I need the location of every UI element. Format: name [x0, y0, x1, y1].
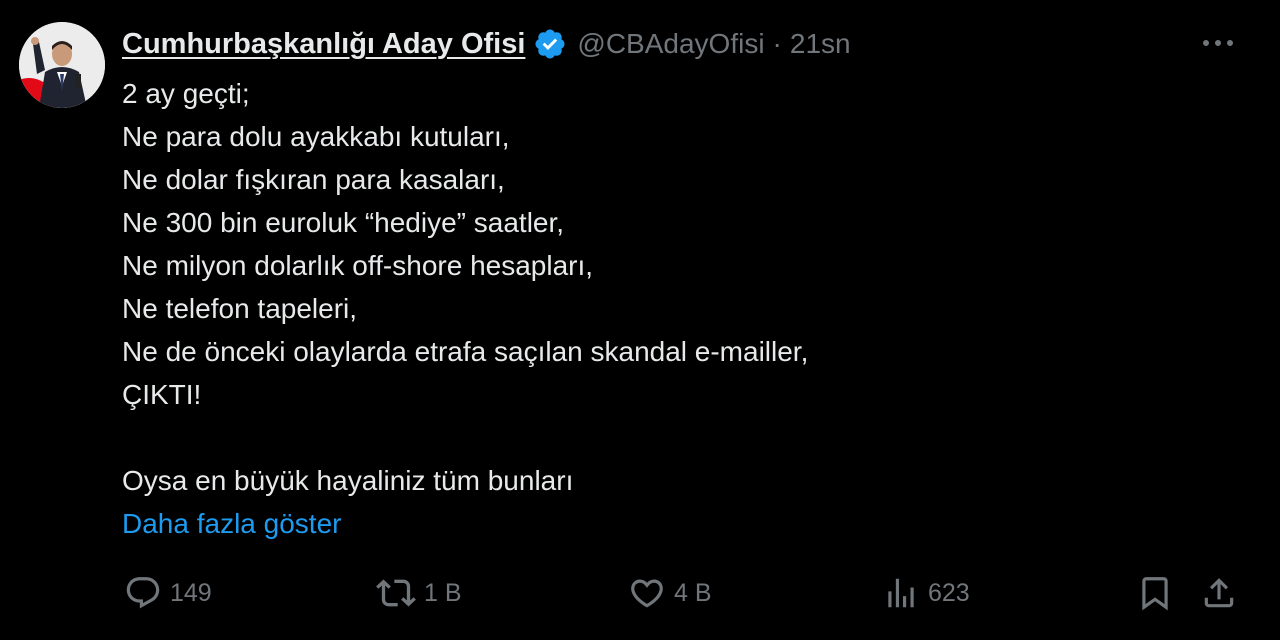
tweet-line: 2 ay geçti;: [122, 78, 250, 109]
like-icon: [631, 579, 663, 608]
more-options-button[interactable]: [1200, 28, 1236, 58]
avatar-photo: [19, 22, 105, 108]
tweet-line: Ne de önceki olaylarda etrafa saçılan sk…: [122, 336, 809, 367]
separator-dot: ·: [772, 28, 782, 59]
user-handle[interactable]: @CBAdayOfisi: [577, 28, 764, 60]
show-more-link[interactable]: Daha fazla göster: [122, 502, 341, 545]
share-icon: [1204, 578, 1234, 608]
display-name[interactable]: Cumhurbaşkanlığı Aday Ofisi: [122, 28, 525, 61]
tweet-line: Ne 300 bin euroluk “hediye” saatler,: [122, 207, 565, 238]
tweet-actions: 149 1 B 4 B 623: [0, 570, 1280, 616]
tweet-line: Ne milyon dolarlık off-shore hesapları,: [122, 250, 594, 281]
tweet-line: Ne dolar fışkıran para kasaları,: [122, 164, 505, 195]
tweet-line: Ne telefon tapeleri,: [122, 293, 358, 324]
views-icon: [888, 578, 914, 608]
retweet-icon: [376, 579, 416, 607]
verified-badge-icon[interactable]: [533, 27, 567, 61]
views-count: 623: [928, 578, 970, 607]
share-button[interactable]: [1200, 570, 1238, 616]
retweet-count: 1 B: [424, 578, 462, 607]
tweet-line: ÇIKTI!: [122, 379, 202, 410]
tweet-line: Ne para dolu ayakkabı kutuları,: [122, 121, 510, 152]
tweet-header: Cumhurbaşkanlığı Aday Ofisi @CBAdayOfisi…: [122, 24, 851, 64]
avatar[interactable]: [19, 22, 105, 108]
views-button[interactable]: 623: [882, 570, 970, 616]
retweet-button[interactable]: 1 B: [376, 570, 462, 616]
reply-button[interactable]: 149: [124, 570, 212, 616]
more-icon: [1203, 40, 1233, 46]
tweet-text: 2 ay geçti; Ne para dolu ayakkabı kutula…: [122, 72, 1222, 545]
bookmark-button[interactable]: [1136, 570, 1174, 616]
like-button[interactable]: 4 B: [628, 570, 712, 616]
reply-icon: [126, 577, 160, 609]
bookmark-icon: [1142, 577, 1168, 611]
tweet-line: Oysa en büyük hayaliniz tüm bunları: [122, 465, 574, 496]
tweet: Cumhurbaşkanlığı Aday Ofisi @CBAdayOfisi…: [0, 0, 1280, 640]
reply-count: 149: [170, 578, 212, 607]
like-count: 4 B: [674, 578, 712, 607]
timestamp[interactable]: 21sn: [790, 28, 851, 60]
